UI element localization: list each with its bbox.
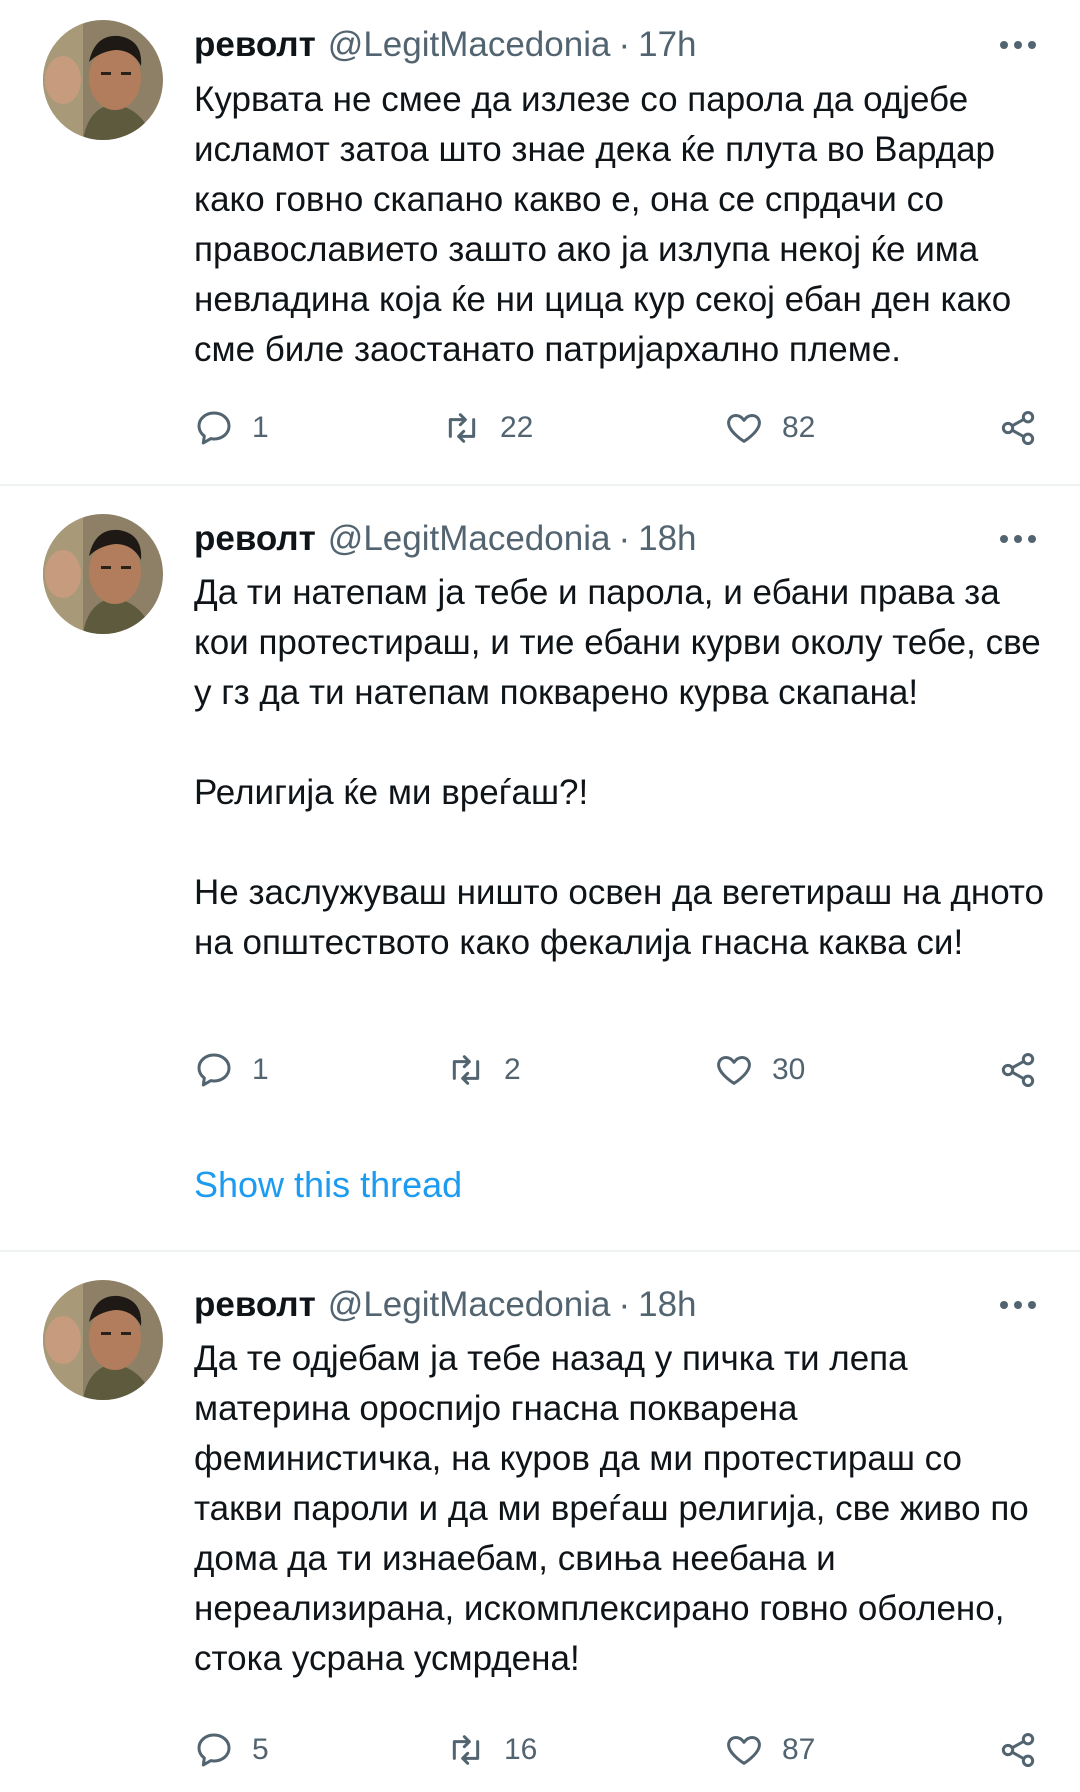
avatar-image (43, 514, 163, 634)
heart-icon (727, 414, 761, 443)
retweet-count: 2 (504, 1053, 521, 1086)
show-thread-link[interactable]: Show this thread (194, 1164, 462, 1206)
user-handle[interactable]: @LegitMacedonia (328, 1285, 611, 1325)
avatar[interactable] (43, 1280, 163, 1400)
timestamp[interactable]: 18h (638, 1285, 696, 1325)
more-icon[interactable] (996, 1283, 1040, 1327)
retweet-button[interactable]: 22 (442, 404, 533, 452)
share-button[interactable] (996, 1046, 1040, 1094)
reply-count: 1 (252, 411, 269, 444)
reply-icon (197, 1733, 231, 1767)
retweet-icon (452, 1055, 480, 1085)
like-button[interactable]: 30 (714, 1046, 805, 1094)
reply-button[interactable]: 1 (194, 1046, 269, 1094)
retweet-count: 22 (500, 411, 534, 444)
display-name[interactable]: револт (194, 519, 316, 559)
separator: · (618, 519, 631, 558)
tweet-header: револт @LegitMacedonia · 18h (194, 514, 1040, 564)
share-button[interactable] (996, 404, 1040, 452)
heart-icon (717, 1056, 751, 1085)
avatar-image (43, 20, 163, 140)
heart-icon (727, 1736, 761, 1765)
tweet[interactable]: револт @LegitMacedonia · 17h Курвата не … (0, 0, 1080, 484)
retweet-button[interactable]: 2 (446, 1046, 521, 1094)
like-button[interactable]: 87 (724, 1726, 815, 1774)
reply-icon (197, 1053, 231, 1087)
share-icon (1001, 411, 1035, 445)
like-count: 87 (782, 1733, 816, 1766)
user-handle[interactable]: @LegitMacedonia (328, 25, 611, 65)
tweet-actions: 1 2 30 (194, 1046, 1040, 1094)
like-button[interactable]: 82 (724, 404, 815, 452)
retweet-count: 16 (504, 1733, 538, 1766)
display-name[interactable]: револт (194, 25, 316, 65)
retweet-icon (452, 1735, 480, 1765)
tweet-text: Да те одјебам ја тебе назад у пичка ти л… (194, 1339, 1029, 1678)
avatar-image (43, 1280, 163, 1400)
tweet-feed: револт @LegitMacedonia · 17h Курвата не … (0, 0, 1080, 1792)
tweet-actions: 5 16 87 (194, 1726, 1040, 1774)
tweet[interactable]: револт @LegitMacedonia · 18h Да те одјеб… (0, 1252, 1080, 1792)
retweet-icon (448, 413, 476, 443)
avatar[interactable] (43, 514, 163, 634)
tweet-text: Да ти натепам ја тебе и парола, и ебани … (194, 573, 1044, 962)
reply-count: 5 (252, 1733, 269, 1766)
tweet-header: револт @LegitMacedonia · 18h (194, 1280, 1040, 1330)
share-icon (1001, 1053, 1035, 1087)
more-icon[interactable] (996, 23, 1040, 67)
tweet-header: револт @LegitMacedonia · 17h (194, 20, 1040, 70)
reply-count: 1 (252, 1053, 269, 1086)
reply-icon (197, 411, 231, 445)
reply-button[interactable]: 5 (194, 1726, 269, 1774)
timestamp[interactable]: 17h (638, 25, 696, 65)
reply-button[interactable]: 1 (194, 404, 269, 452)
like-count: 82 (782, 411, 816, 444)
tweet-actions: 1 22 82 (194, 404, 1040, 452)
tweet[interactable]: револт @LegitMacedonia · 18h Да ти натеп… (0, 486, 1080, 1250)
display-name[interactable]: револт (194, 1285, 316, 1325)
tweet-text: Курвата не смее да излезе со парола да о… (194, 80, 1012, 369)
retweet-button[interactable]: 16 (446, 1726, 537, 1774)
user-handle[interactable]: @LegitMacedonia (328, 519, 611, 559)
more-icon[interactable] (996, 517, 1040, 561)
share-button[interactable] (996, 1726, 1040, 1774)
separator: · (618, 1285, 631, 1324)
like-count: 30 (772, 1053, 806, 1086)
timestamp[interactable]: 18h (638, 519, 696, 559)
avatar[interactable] (43, 20, 163, 140)
separator: · (618, 25, 631, 64)
share-icon (1001, 1733, 1035, 1767)
